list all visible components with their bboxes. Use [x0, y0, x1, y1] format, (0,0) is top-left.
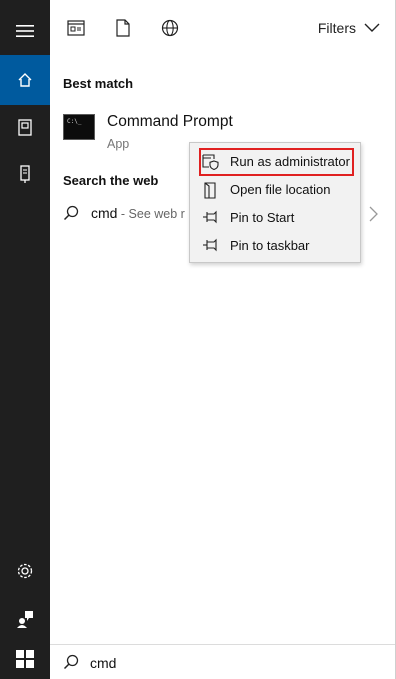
- menu-item-open-file-location[interactable]: Open file location: [190, 177, 360, 203]
- web-hint: - See web r: [117, 207, 185, 221]
- chevron-down-icon: [364, 20, 380, 36]
- context-menu: Run as administrator Open file location …: [189, 142, 361, 263]
- apps-icon: [67, 19, 85, 41]
- apps-scope-button[interactable]: [65, 18, 87, 42]
- command-prompt-app-icon[interactable]: C:\_: [63, 114, 95, 140]
- user-feedback-icon: [16, 610, 34, 628]
- document-icon: [116, 18, 130, 42]
- left-rail: [0, 0, 50, 679]
- menu-item-pin-to-taskbar[interactable]: Pin to taskbar: [190, 233, 360, 259]
- search-icon: [63, 654, 79, 675]
- hamburger-menu-button[interactable]: [0, 6, 50, 56]
- home-button[interactable]: [0, 55, 50, 105]
- device-icon: [20, 165, 30, 183]
- web-scope-button[interactable]: [159, 18, 181, 42]
- app-type: App: [107, 137, 130, 151]
- home-icon: [17, 72, 33, 88]
- web-query: cmd: [91, 205, 118, 221]
- documents-icon: [18, 118, 32, 136]
- menu-item-label: Pin to Start: [230, 210, 295, 225]
- filters-dropdown[interactable]: Filters: [318, 20, 380, 36]
- settings-gear-icon: [16, 562, 34, 580]
- search-box: [50, 644, 396, 679]
- start-button[interactable]: [0, 644, 50, 679]
- web-query-text: cmd - See web r: [91, 205, 185, 221]
- menu-item-pin-to-start[interactable]: Pin to Start: [190, 205, 360, 231]
- pin-icon: [202, 238, 219, 257]
- highlight-box: [199, 148, 354, 176]
- search-scope-toolbar: Filters: [50, 0, 396, 60]
- command-prompt-icon-text: C:\_: [67, 118, 82, 125]
- best-match-heading: Best match: [63, 76, 134, 91]
- menu-item-label: Pin to taskbar: [230, 238, 310, 253]
- documents-scope-button[interactable]: [112, 18, 134, 42]
- file-location-icon: [202, 182, 218, 204]
- chevron-right-icon[interactable]: [369, 206, 378, 227]
- settings-button[interactable]: [0, 546, 50, 596]
- search-icon: [63, 205, 79, 226]
- feedback-button[interactable]: [0, 594, 50, 644]
- app-name[interactable]: Command Prompt: [107, 113, 233, 131]
- documents-button[interactable]: [0, 102, 50, 152]
- menu-item-label: Open file location: [230, 182, 331, 197]
- search-input[interactable]: [90, 653, 380, 673]
- filters-label: Filters: [317, 20, 356, 36]
- windows-logo-icon: [16, 650, 34, 673]
- device-button[interactable]: [0, 149, 50, 199]
- hamburger-menu-icon: [16, 24, 34, 38]
- web-globe-icon: [161, 19, 179, 42]
- search-web-heading: Search the web: [63, 173, 159, 188]
- pin-icon: [202, 210, 219, 229]
